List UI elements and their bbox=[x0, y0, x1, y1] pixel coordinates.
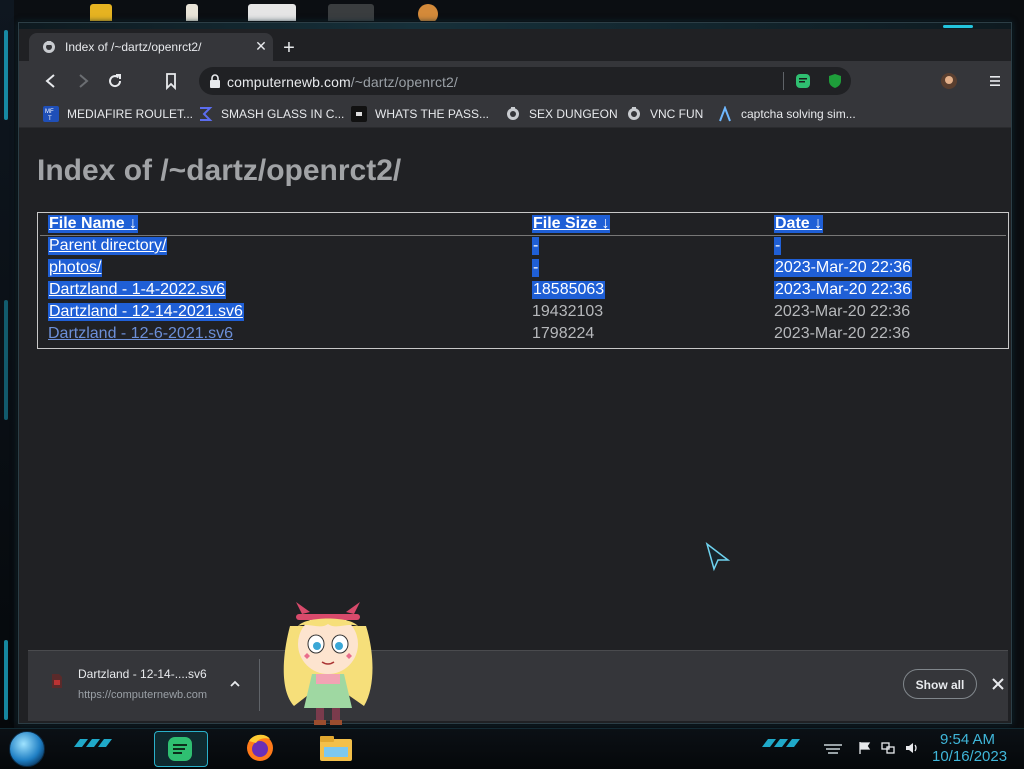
file-date: 2023-Mar-20 22:36 bbox=[774, 303, 911, 320]
close-icon[interactable] bbox=[990, 676, 1006, 692]
reload-icon[interactable] bbox=[105, 71, 125, 91]
file-listing-table: File Name ↓ File Size ↓ Date ↓ Parent di… bbox=[37, 212, 1009, 349]
close-tab-icon[interactable]: ✕ bbox=[253, 38, 269, 54]
file-icon bbox=[52, 674, 62, 688]
bookmarks-bar: MF T MEDIAFIRE ROULET... SMASH GLASS IN C… bbox=[19, 101, 1011, 128]
show-all-button[interactable]: Show all bbox=[903, 669, 977, 699]
bookmark-whats-the-pass[interactable]: WHATS THE PASS... bbox=[351, 105, 489, 123]
svg-text:MF: MF bbox=[45, 109, 54, 115]
glow-strip bbox=[4, 640, 8, 720]
vnc-icon bbox=[507, 107, 519, 120]
shelf-divider bbox=[259, 659, 260, 711]
file-size: - bbox=[532, 237, 540, 255]
lock-icon[interactable] bbox=[209, 74, 221, 88]
table-header-row: File Name ↓ File Size ↓ Date ↓ bbox=[38, 213, 1008, 235]
mouse-cursor-icon bbox=[705, 542, 731, 572]
download-source: https://computernewb.com bbox=[78, 689, 208, 701]
file-link[interactable]: Dartzland - 12-14-2021.sv6 bbox=[48, 303, 244, 321]
file-date: 2023-Mar-20 22:36 bbox=[774, 259, 913, 277]
address-bar[interactable]: computernewb.com/~dartz/openrct2/ bbox=[199, 67, 851, 95]
taskbar-app-notes[interactable] bbox=[154, 731, 208, 767]
sort-by-date-link[interactable]: Date ↓ bbox=[774, 215, 824, 233]
omnibox-divider bbox=[783, 72, 784, 90]
table-row: photos/ - 2023-Mar-20 22:36 bbox=[38, 257, 1008, 279]
file-link[interactable]: photos/ bbox=[48, 259, 103, 277]
taskbar-decoration bbox=[74, 739, 112, 747]
shield-icon[interactable] bbox=[827, 73, 843, 89]
tab-title: Index of /~dartz/openrct2/ bbox=[65, 40, 202, 54]
download-filename[interactable]: Dartzland - 12-14-....sv6 bbox=[78, 667, 207, 681]
volume-icon[interactable] bbox=[905, 741, 919, 755]
bookmark-smash-glass[interactable]: SMASH GLASS IN C... bbox=[197, 105, 344, 123]
desktop-icon[interactable] bbox=[418, 4, 438, 24]
bookmark-mediafire[interactable]: MF T MEDIAFIRE ROULET... bbox=[43, 105, 193, 123]
browser-window: Index of /~dartz/openrct2/ ✕ + computern… bbox=[18, 22, 1012, 724]
page-content: Index of /~dartz/openrct2/ File Name ↓ F… bbox=[28, 128, 1009, 650]
dark-square-icon bbox=[351, 106, 367, 122]
show-hidden-icons-icon[interactable] bbox=[822, 741, 844, 755]
notes-app-icon bbox=[168, 737, 192, 761]
taskbar: 9:54 AM 10/16/2023 bbox=[0, 728, 1024, 769]
file-date: - bbox=[774, 237, 782, 255]
table-row: Parent directory/ - - bbox=[38, 235, 1008, 257]
file-size: 19432103 bbox=[532, 303, 604, 320]
new-tab-button[interactable]: + bbox=[279, 38, 299, 59]
file-size: 1798224 bbox=[532, 325, 595, 342]
file-explorer-icon[interactable] bbox=[316, 731, 356, 765]
vnc-icon bbox=[43, 41, 55, 53]
bookmark-sex-dungeon[interactable]: SEX DUNGEON bbox=[505, 105, 618, 123]
download-shelf: Dartzland - 12-14-....sv6 https://comput… bbox=[28, 650, 1008, 721]
page-title: Index of /~dartz/openrct2/ bbox=[37, 154, 402, 187]
bookmark-captcha[interactable]: captcha solving sim... bbox=[717, 105, 856, 123]
desktop-icon[interactable] bbox=[248, 4, 296, 24]
clock-time[interactable]: 9:54 AM bbox=[940, 731, 995, 748]
desktop-left-edge bbox=[0, 0, 14, 730]
vnc-icon bbox=[628, 107, 640, 120]
frame-accent bbox=[943, 25, 973, 28]
glow-strip bbox=[4, 30, 8, 120]
extension-green-icon[interactable] bbox=[795, 73, 811, 89]
glow-strip bbox=[4, 300, 8, 420]
action-center-flag-icon[interactable] bbox=[858, 741, 872, 755]
file-size: - bbox=[532, 259, 540, 277]
file-link[interactable]: Dartzland - 1-4-2022.sv6 bbox=[48, 281, 227, 299]
bookmark-icon[interactable] bbox=[161, 71, 181, 91]
sort-by-size-link[interactable]: File Size ↓ bbox=[532, 215, 611, 233]
back-icon[interactable] bbox=[41, 71, 61, 91]
table-row: Dartzland - 12-14-2021.sv6 19432103 2023… bbox=[38, 301, 1008, 323]
url-text: computernewb.com/~dartz/openrct2/ bbox=[227, 74, 458, 90]
table-row: Dartzland - 12-6-2021.sv6 1798224 2023-M… bbox=[38, 323, 1008, 345]
taskbar-decoration bbox=[762, 739, 800, 747]
desktop-right-edge bbox=[1010, 0, 1024, 730]
tab-active[interactable]: Index of /~dartz/openrct2/ ✕ bbox=[29, 33, 273, 61]
menu-icon[interactable] bbox=[985, 71, 1005, 91]
forward-icon[interactable] bbox=[73, 71, 93, 91]
chevron-up-icon[interactable] bbox=[228, 677, 242, 691]
desktop-icon[interactable] bbox=[90, 4, 112, 24]
start-button[interactable] bbox=[9, 731, 45, 767]
desktop-top-icons bbox=[30, 0, 500, 24]
desktop-icon[interactable] bbox=[328, 4, 374, 24]
desktop-icon[interactable] bbox=[186, 4, 198, 24]
lambda-icon bbox=[719, 106, 731, 122]
file-size: 18585063 bbox=[532, 281, 606, 299]
toolbar: computernewb.com/~dartz/openrct2/ bbox=[19, 61, 1011, 101]
svg-text:T: T bbox=[48, 116, 52, 122]
mediafire-icon: MFT bbox=[43, 106, 59, 122]
sort-by-name-link[interactable]: File Name ↓ bbox=[48, 215, 139, 233]
tab-strip: Index of /~dartz/openrct2/ ✕ + bbox=[19, 29, 1011, 61]
sigma-icon bbox=[200, 107, 213, 121]
firefox-icon[interactable] bbox=[240, 731, 280, 765]
bookmark-vnc-fun[interactable]: VNC FUN bbox=[626, 105, 703, 123]
parent-directory-link[interactable]: Parent directory/ bbox=[48, 237, 168, 255]
profile-avatar-icon[interactable] bbox=[939, 71, 959, 91]
clock-date[interactable]: 10/16/2023 bbox=[932, 748, 1007, 765]
network-icon[interactable] bbox=[881, 741, 895, 755]
cartoon-character-sticker bbox=[283, 602, 373, 725]
file-date: 2023-Mar-20 22:36 bbox=[774, 325, 911, 342]
file-link[interactable]: Dartzland - 12-6-2021.sv6 bbox=[48, 325, 233, 343]
file-date: 2023-Mar-20 22:36 bbox=[774, 281, 913, 299]
table-row: Dartzland - 1-4-2022.sv6 18585063 2023-M… bbox=[38, 279, 1008, 301]
